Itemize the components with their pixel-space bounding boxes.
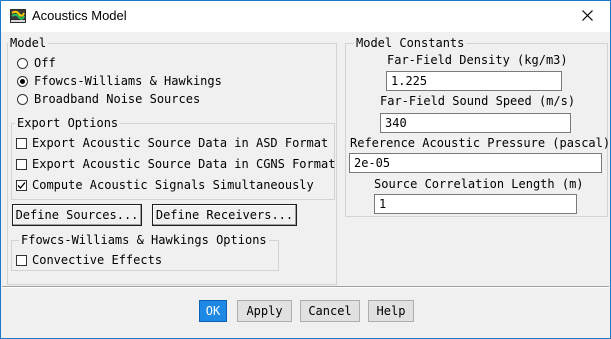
- export-asd-option[interactable]: Export Acoustic Source Data in ASD Forma…: [16, 136, 328, 150]
- cancel-button[interactable]: Cancel: [300, 300, 360, 322]
- close-icon: [581, 9, 593, 24]
- acoustics-model-dialog: Acoustics Model Model Off Ffowcs-William…: [0, 0, 611, 339]
- export-cgns-label: Export Acoustic Source Data in CGNS Form…: [32, 157, 336, 171]
- ok-label: OK: [205, 304, 221, 318]
- define-sources-label: Define Sources...: [15, 208, 139, 222]
- define-receivers-label: Define Receivers...: [155, 208, 294, 222]
- export-options-label: Export Options: [15, 116, 121, 130]
- define-receivers-button[interactable]: Define Receivers...: [152, 204, 297, 226]
- cancel-label: Cancel: [308, 304, 352, 318]
- convective-effects-option[interactable]: Convective Effects: [16, 253, 162, 267]
- compute-signals-checkbox[interactable]: [16, 179, 27, 191]
- radio-off[interactable]: Off: [17, 56, 56, 70]
- ok-button[interactable]: OK: [199, 300, 227, 322]
- radio-broadband-noise-sources[interactable]: Broadband Noise Sources: [17, 92, 200, 106]
- model-group-label: Model: [8, 36, 49, 50]
- compute-signals-option[interactable]: Compute Acoustic Signals Simultaneously: [16, 178, 314, 192]
- radio-broadband-button[interactable]: [17, 93, 28, 105]
- sound-speed-field[interactable]: 340: [380, 113, 571, 133]
- footer-separator: [2, 286, 609, 288]
- compute-signals-label: Compute Acoustic Signals Simultaneously: [32, 178, 314, 192]
- help-label: Help: [376, 304, 406, 318]
- reference-pressure-field[interactable]: 2e-05: [349, 153, 602, 173]
- window-title: Acoustics Model: [32, 8, 127, 23]
- sound-speed-label: Far-Field Sound Speed (m/s): [380, 94, 576, 108]
- density-field[interactable]: 1.225: [386, 71, 562, 91]
- apply-button[interactable]: Apply: [237, 300, 292, 322]
- radio-broadband-label: Broadband Noise Sources: [34, 92, 201, 106]
- radio-off-label: Off: [34, 56, 56, 70]
- radio-ffowcs-williams-hawkings[interactable]: Ffowcs-Williams & Hawkings: [17, 74, 222, 88]
- export-asd-label: Export Acoustic Source Data in ASD Forma…: [32, 136, 329, 150]
- fluent-app-icon: [10, 9, 26, 23]
- convective-effects-checkbox[interactable]: [16, 254, 27, 266]
- close-button[interactable]: [564, 1, 610, 32]
- title-bar[interactable]: Acoustics Model: [1, 1, 610, 32]
- model-constants-label: Model Constants: [354, 36, 467, 50]
- export-asd-checkbox[interactable]: [16, 137, 27, 149]
- help-button[interactable]: Help: [368, 300, 414, 322]
- density-label: Far-Field Density (kg/m3): [387, 53, 568, 67]
- export-cgns-checkbox[interactable]: [16, 158, 27, 170]
- checkmark-icon: [17, 181, 26, 189]
- define-sources-button[interactable]: Define Sources...: [12, 204, 142, 226]
- radio-fwh-label: Ffowcs-Williams & Hawkings: [34, 74, 222, 88]
- correlation-length-label: Source Correlation Length (m): [374, 177, 584, 191]
- correlation-length-field[interactable]: 1: [374, 194, 577, 214]
- convective-effects-label: Convective Effects: [32, 253, 163, 267]
- radio-fwh-button[interactable]: [17, 75, 28, 87]
- apply-label: Apply: [246, 304, 283, 318]
- radio-off-button[interactable]: [17, 57, 28, 69]
- export-cgns-option[interactable]: Export Acoustic Source Data in CGNS Form…: [16, 157, 335, 171]
- fwh-options-label: Ffowcs-Williams & Hawkings Options: [19, 233, 269, 247]
- reference-pressure-label: Reference Acoustic Pressure (pascal): [350, 136, 611, 150]
